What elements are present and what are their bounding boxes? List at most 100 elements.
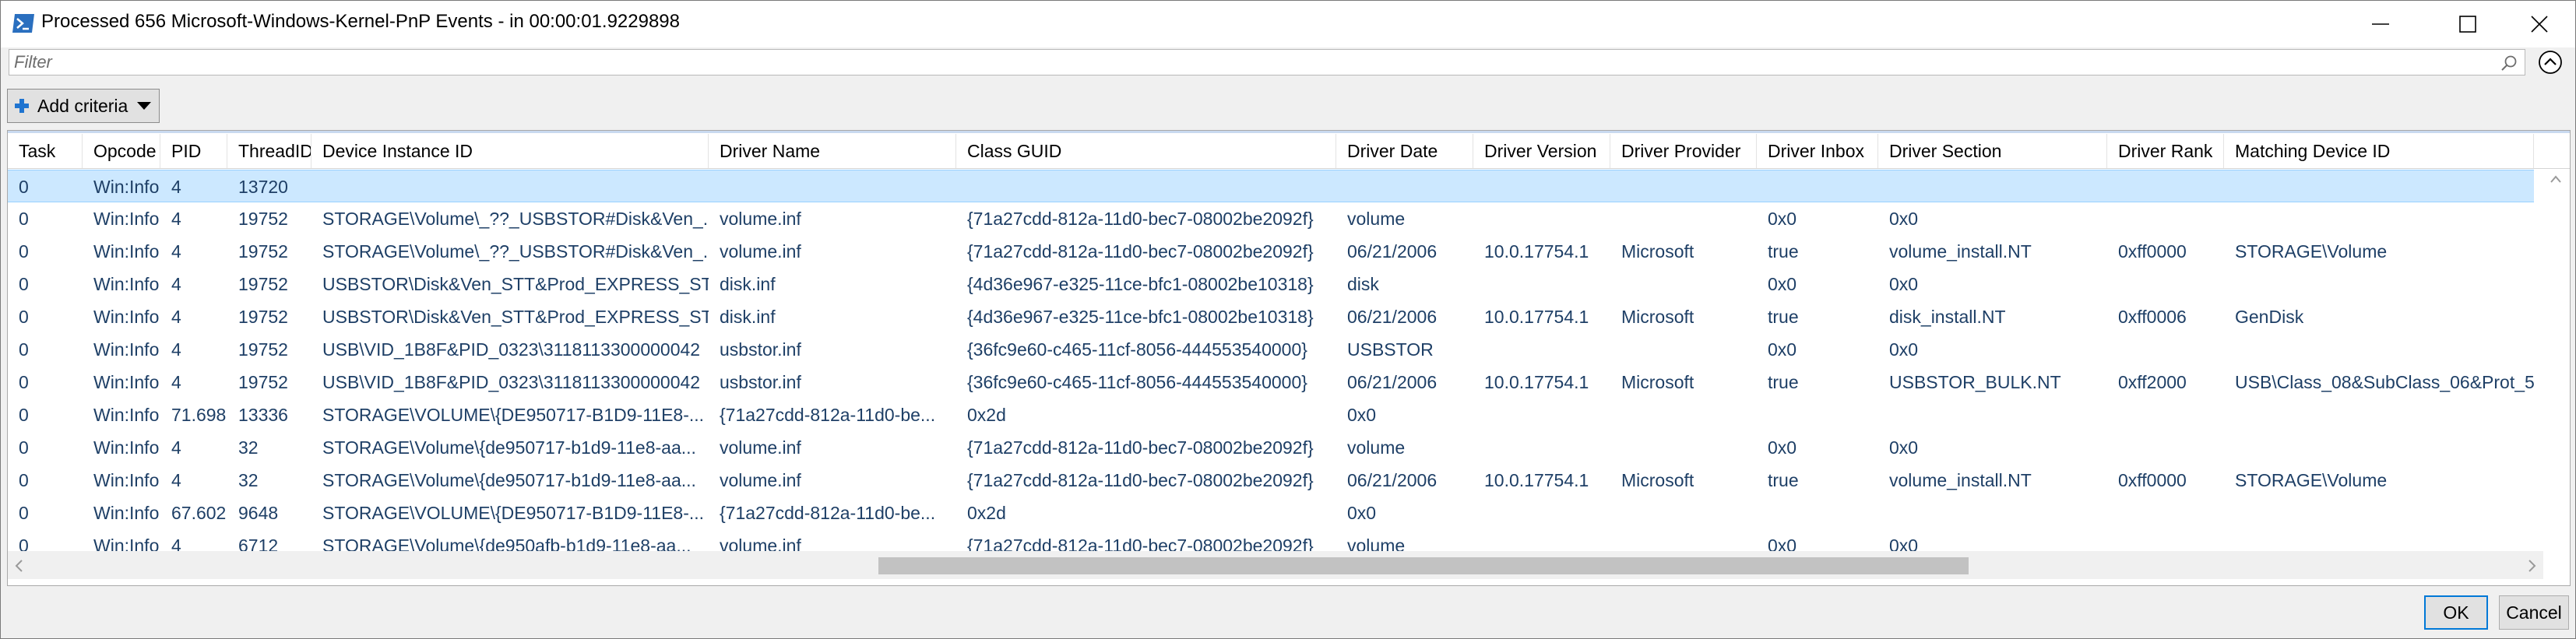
horizontal-scrollbar[interactable] [8, 551, 2543, 579]
table-cell: USB\VID_1B8F&PID_0323\3118113300000042 [322, 372, 701, 392]
scroll-left-icon[interactable] [12, 559, 26, 573]
table-cell: USB\VID_1B8F&PID_0323\3118113300000042 [322, 339, 701, 360]
add-criteria-label: Add criteria [37, 95, 128, 116]
table-row[interactable]: 0 Win:Info 67.602 9648 STORAGE\VOLUME\{DE950… [8, 497, 2534, 529]
table-cell: Win:Info [93, 405, 160, 425]
column-header[interactable]: Device Instance ID [311, 134, 709, 168]
table-cell: 0x0 [1347, 405, 1377, 425]
table-cell [311, 170, 709, 203]
table-cell [1473, 398, 1610, 431]
column-header[interactable]: Driver Section [1878, 134, 2107, 168]
powershell-icon [12, 14, 34, 33]
search-icon[interactable] [2500, 54, 2518, 72]
close-button[interactable] [2505, 1, 2574, 47]
table-cell: USBSTOR [1347, 339, 1434, 360]
table-row[interactable]: 0 Win:Info 4 32 STORAGE\Volume\{de950717-b1d… [8, 431, 2534, 464]
maximize-icon [2459, 16, 2476, 33]
cancel-button[interactable]: Cancel [2499, 595, 2569, 630]
table-cell: 19752 [238, 274, 288, 294]
table-cell: 0 [19, 177, 29, 197]
column-header[interactable]: Opcode [83, 134, 160, 168]
scroll-right-icon[interactable] [2525, 559, 2539, 573]
table-row[interactable]: 0 Win:Info 71.698 13336 STORAGE\VOLUME\{DE95… [8, 398, 2534, 431]
table-cell [1610, 398, 1757, 431]
column-header[interactable]: Matching Device ID [2224, 134, 2534, 168]
table-cell [1473, 268, 1610, 300]
filter-box [9, 49, 2525, 75]
column-header[interactable]: Driver Inbox [1757, 134, 1878, 168]
minimize-button[interactable] [2346, 1, 2415, 47]
table-cell [2107, 398, 2224, 431]
table-cell [1610, 268, 1757, 300]
table-row[interactable]: 0 Win:Info 4 19752 STORAGE\Volume\_??_USBSTO… [8, 202, 2534, 235]
table-cell: volume [1347, 437, 1406, 458]
table-cell: 10.0.17754.1 [1484, 307, 1589, 327]
scroll-up-icon[interactable] [2550, 174, 2562, 184]
table-cell: 0 [19, 437, 29, 458]
table-cell: STORAGE\Volume [2235, 470, 2388, 490]
table-cell: 0xff2000 [2118, 372, 2187, 392]
table-cell [1610, 170, 1757, 203]
column-header[interactable]: ThreadID [227, 134, 311, 168]
table-cell: 0x0 [1768, 437, 1797, 458]
add-criteria-button[interactable]: Add criteria [7, 89, 160, 123]
table-cell: usbstor.inf [720, 339, 801, 360]
column-header[interactable]: Task [8, 134, 83, 168]
chevron-down-icon [137, 102, 152, 110]
table-cell: 0 [19, 241, 29, 262]
table-cell: Win:Info [93, 470, 160, 490]
table-row[interactable]: 0 Win:Info 4 19752 USB\VID_1B8F&PID_0323\311… [8, 333, 2534, 366]
table-cell [1610, 333, 1757, 366]
scrollbar-thumb[interactable] [878, 557, 1969, 574]
table-cell: 0 [19, 209, 29, 229]
table-cell: Win:Info [93, 372, 160, 392]
table-row[interactable]: 0 Win:Info 4 19752 STORAGE\Volume\_??_USBSTO… [8, 235, 2534, 268]
column-header[interactable]: Driver Name [709, 134, 956, 168]
table-cell: 4 [171, 209, 181, 229]
table-cell [1878, 170, 2107, 203]
table-row[interactable]: 0 Win:Info 4 13720 [8, 170, 2534, 202]
table-row[interactable]: 0 Win:Info 4 19752 USBSTOR\Disk&Ven_STT&Prod… [8, 300, 2534, 333]
table-cell: 4 [171, 307, 181, 327]
table-cell: volume [1347, 209, 1406, 229]
table-cell: 10.0.17754.1 [1484, 241, 1589, 262]
table-cell: disk.inf [720, 274, 776, 294]
column-header[interactable]: Class GUID [956, 134, 1336, 168]
maximize-button[interactable] [2433, 1, 2502, 47]
table-cell: usbstor.inf [720, 372, 801, 392]
table-cell: 0x0 [1889, 437, 1919, 458]
table-cell: 0x2d [967, 405, 1006, 425]
column-header[interactable]: Driver Version [1473, 134, 1610, 168]
column-header[interactable]: PID [160, 134, 227, 168]
table-cell: STORAGE\Volume\{de950717-b1d9-11e8-aa... [322, 470, 696, 490]
collapse-icon[interactable] [2537, 49, 2564, 75]
table-cell: disk.inf [720, 307, 776, 327]
table-cell [2107, 268, 2224, 300]
table-cell: true [1768, 241, 1799, 262]
table-row[interactable]: 0 Win:Info 4 32 STORAGE\Volume\{de950717-b1d… [8, 464, 2534, 497]
table-cell: 0 [19, 274, 29, 294]
vertical-scrollbar[interactable] [2542, 170, 2570, 540]
table-cell: {36fc9e60-c465-11cf-8056-444553540000} [967, 372, 1307, 392]
table-cell: Microsoft [1621, 241, 1694, 262]
table-cell [1473, 170, 1610, 203]
table-cell: 13720 [238, 177, 288, 197]
table-cell: {4d36e967-e325-11ce-bfc1-08002be10318} [967, 274, 1314, 294]
table-cell [1336, 170, 1473, 203]
table-cell: 19752 [238, 307, 288, 327]
column-header[interactable]: Driver Rank [2107, 134, 2224, 168]
ok-button[interactable]: OK [2424, 595, 2488, 630]
events-grid[interactable]: Task Opcode PID ThreadID Device Instance ID D… [7, 130, 2571, 586]
table-row[interactable]: 0 Win:Info 4 19752 USBSTOR\Disk&Ven_STT&Prod… [8, 268, 2534, 300]
table-row[interactable]: 0 Win:Info 4 19752 USB\VID_1B8F&PID_0323\311… [8, 366, 2534, 398]
table-cell: 0x0 [1889, 274, 1919, 294]
events-window: Processed 656 Microsoft-Windows-Kernel-P… [0, 0, 2576, 639]
title-bar[interactable]: Processed 656 Microsoft-Windows-Kernel-P… [1, 1, 2575, 47]
filter-input[interactable] [14, 51, 2490, 73]
table-cell: 9648 [238, 503, 279, 523]
column-header[interactable]: Driver Provider [1610, 134, 1757, 168]
table-cell [1757, 170, 1878, 203]
table-cell [2224, 398, 2534, 431]
table-cell: 4 [171, 339, 181, 360]
column-header[interactable]: Driver Date [1336, 134, 1473, 168]
